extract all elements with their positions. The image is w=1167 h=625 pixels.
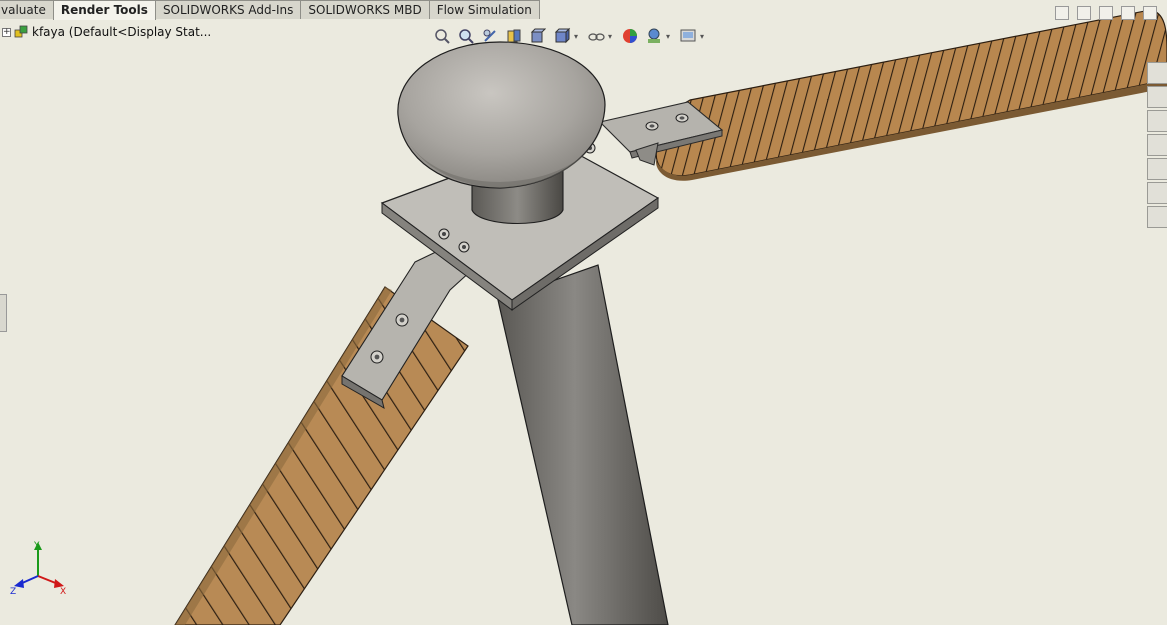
close-icon[interactable] bbox=[1143, 6, 1157, 20]
triad-y-label: Y bbox=[33, 541, 40, 551]
tab-solidworks-mbd[interactable]: SOLIDWORKS MBD bbox=[300, 0, 430, 19]
command-manager-tabs: valuate Render Tools SOLIDWORKS Add-Ins … bbox=[0, 0, 540, 20]
zoom-to-fit-icon[interactable] bbox=[432, 26, 452, 46]
edit-appearance-icon[interactable] bbox=[620, 26, 640, 46]
tile-left-icon[interactable] bbox=[1055, 6, 1069, 20]
minimize-icon[interactable] bbox=[1099, 6, 1113, 20]
file-explorer-icon[interactable] bbox=[1147, 110, 1167, 132]
display-style-dropdown-icon[interactable]: ▾ bbox=[572, 26, 580, 46]
hide-show-items-icon[interactable] bbox=[586, 26, 606, 46]
tab-evaluate[interactable]: valuate bbox=[0, 0, 54, 19]
support-pole[interactable] bbox=[497, 264, 669, 625]
zoom-to-area-icon[interactable] bbox=[456, 26, 476, 46]
custom-properties-icon[interactable] bbox=[1147, 182, 1167, 204]
view-palette-icon[interactable] bbox=[1147, 134, 1167, 156]
window-controls bbox=[1047, 6, 1157, 20]
assembly-icon bbox=[14, 25, 28, 38]
expand-toggle[interactable]: + bbox=[2, 27, 11, 37]
forum-icon[interactable] bbox=[1147, 206, 1167, 228]
view-settings-dropdown-icon[interactable]: ▾ bbox=[698, 26, 706, 46]
home-icon[interactable] bbox=[1147, 62, 1167, 84]
appearances-icon[interactable] bbox=[1147, 158, 1167, 180]
left-wood-plank[interactable] bbox=[174, 286, 469, 625]
design-library-icon[interactable] bbox=[1147, 86, 1167, 108]
tile-right-icon[interactable] bbox=[1077, 6, 1091, 20]
hide-show-dropdown-icon[interactable]: ▾ bbox=[606, 26, 614, 46]
feature-manager-collapse-handle[interactable] bbox=[0, 294, 7, 332]
tab-render-tools[interactable]: Render Tools bbox=[52, 0, 156, 20]
section-view-icon[interactable] bbox=[504, 26, 524, 46]
apply-scene-dropdown-icon[interactable]: ▾ bbox=[664, 26, 672, 46]
tab-solidworks-add-ins[interactable]: SOLIDWORKS Add-Ins bbox=[154, 0, 302, 19]
task-pane bbox=[1147, 62, 1167, 230]
reference-triad: Y X Z bbox=[10, 541, 66, 596]
view-settings-icon[interactable] bbox=[678, 26, 698, 46]
triad-z-label: Z bbox=[10, 587, 16, 596]
graphics-viewport[interactable] bbox=[0, 0, 1167, 625]
feature-tree-flyout: + kfaya (Default<Display Stat... bbox=[2, 25, 211, 39]
restore-icon[interactable] bbox=[1121, 6, 1135, 20]
heads-up-view-toolbar: ▾ ▾ ▾ ▾ bbox=[432, 26, 712, 46]
display-style-icon[interactable] bbox=[552, 26, 572, 46]
apply-scene-icon[interactable] bbox=[644, 26, 664, 46]
view-orientation-icon[interactable] bbox=[528, 26, 548, 46]
right-wood-plank[interactable] bbox=[655, 9, 1167, 181]
triad-x-label: X bbox=[60, 587, 66, 596]
previous-view-icon[interactable] bbox=[480, 26, 500, 46]
feature-tree-root-label[interactable]: kfaya (Default<Display Stat... bbox=[32, 25, 211, 39]
tab-flow-simulation[interactable]: Flow Simulation bbox=[428, 0, 540, 19]
